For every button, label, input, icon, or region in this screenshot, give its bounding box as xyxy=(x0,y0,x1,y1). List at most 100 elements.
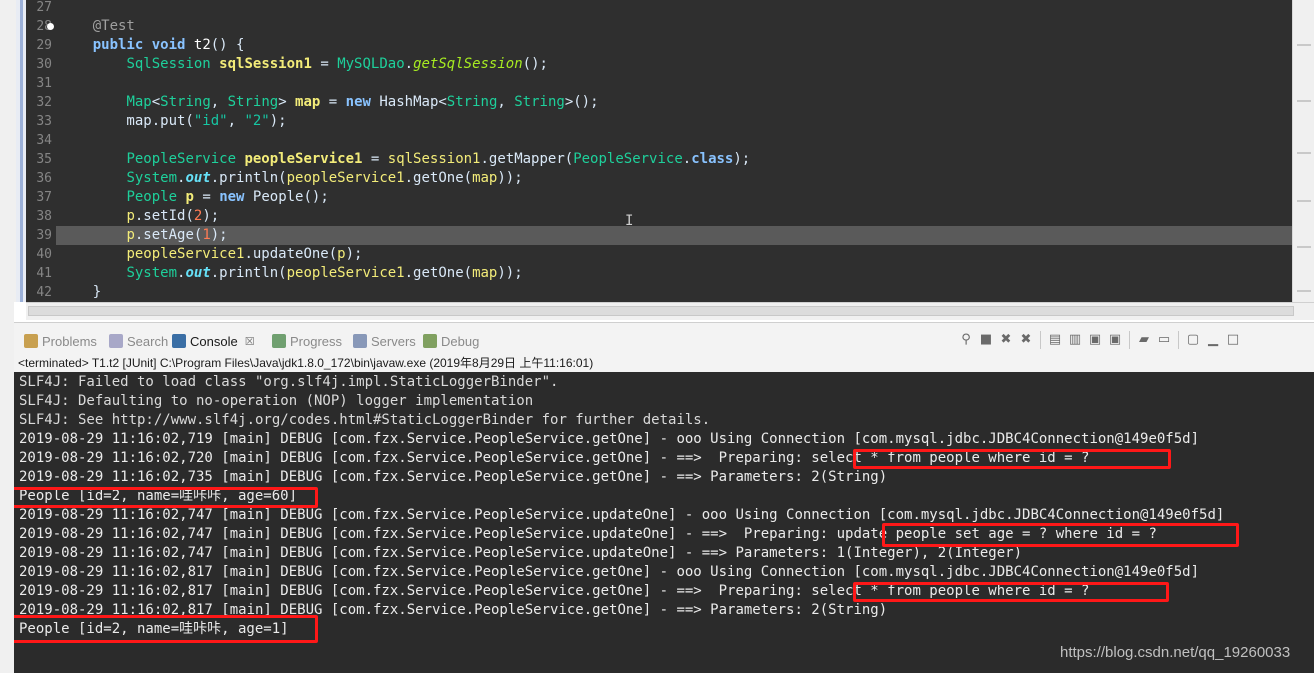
code-token: = xyxy=(320,94,346,110)
editor-left-strip xyxy=(0,0,14,302)
code-token: > xyxy=(278,94,296,110)
code-line: map.put("id", "2"); xyxy=(59,112,286,131)
code-token: . xyxy=(682,151,692,167)
console-line: SLF4J: Failed to load class "org.slf4j.i… xyxy=(19,374,559,390)
close-tab-icon[interactable]: ☒ xyxy=(245,335,255,348)
code-token: = xyxy=(362,151,388,167)
editor-vertical-scrollbar[interactable] xyxy=(1292,0,1314,302)
code-token: Map xyxy=(126,94,152,110)
line-number: 34 xyxy=(36,133,52,148)
code-token: peopleService1 xyxy=(126,246,245,262)
code-token: @Test xyxy=(92,18,135,34)
code-line: p.setId(2); xyxy=(59,207,219,226)
tab-label: Servers xyxy=(371,333,416,349)
code-token: < xyxy=(151,94,161,110)
code-token: void xyxy=(151,37,186,53)
code-line: } xyxy=(59,283,101,302)
tab-console[interactable]: Console ☒ xyxy=(172,331,255,351)
code-line: SqlSession sqlSession1 = MySQLDao.getSql… xyxy=(59,55,548,74)
console-status-line: <terminated> T1.t2 [JUnit] C:\Program Fi… xyxy=(14,354,1314,372)
code-line: People p = new People(); xyxy=(59,188,328,207)
code-token: String xyxy=(160,94,211,110)
maximize-icon[interactable]: □ xyxy=(1225,332,1241,348)
stop-icon[interactable]: ■ xyxy=(978,332,994,348)
remove-launch-icon[interactable]: ✖ xyxy=(998,332,1014,348)
views-tab-bar: Problems Search Console ☒ Progress Servers Deb… xyxy=(14,322,1314,354)
code-token: . xyxy=(404,56,414,72)
scrollbar-thumb[interactable] xyxy=(28,306,1294,316)
code-token: PeopleService xyxy=(573,151,683,167)
current-line-highlight xyxy=(56,226,1292,245)
code-token: .getOne( xyxy=(404,170,473,186)
servers-icon xyxy=(353,334,367,348)
tab-servers[interactable]: Servers xyxy=(353,331,416,351)
remove-all-icon[interactable]: ✖ xyxy=(1018,332,1034,348)
code-token: ); xyxy=(202,208,220,224)
minimize-icon[interactable]: ▁ xyxy=(1205,332,1221,348)
code-token: peopleService1 xyxy=(244,151,363,167)
pin-icon[interactable]: ⚲ xyxy=(958,332,974,348)
word-wrap-icon[interactable]: ▥ xyxy=(1067,332,1083,348)
code-line: public void t2() { xyxy=(59,36,245,55)
code-token: new xyxy=(345,94,371,110)
tab-search[interactable]: Search xyxy=(109,331,168,351)
console-output[interactable]: People [id=2, name=哇咔咔, age=1] 2019-08-29… xyxy=(14,372,1314,673)
console-line: 2019-08-29 11:16:02,747 [main] DEBUG [co… xyxy=(19,545,1023,561)
display-console-icon[interactable]: ▭ xyxy=(1156,332,1172,348)
pin-console-icon[interactable]: ▰ xyxy=(1136,332,1152,348)
code-line: @Test xyxy=(59,17,135,36)
open-console-icon[interactable]: ▢ xyxy=(1185,332,1201,348)
console-line: SLF4J: Defaulting to no-operation (NOP) … xyxy=(19,393,534,409)
toolbar-separator xyxy=(1040,331,1041,349)
code-token: public xyxy=(92,37,144,53)
code-token: .getMapper( xyxy=(480,151,574,167)
code-editor[interactable]: 27 28 29 30 31 32 33 34 35 36 37 38 39 40 41 42 I @Test… xyxy=(0,0,1314,302)
code-line: System.out.println(peopleService1.getOne… xyxy=(59,169,523,188)
tab-label: Debug xyxy=(441,333,480,349)
overview-mark xyxy=(1297,44,1311,46)
show-stderr-icon[interactable]: ▣ xyxy=(1107,332,1123,348)
code-token: HashMap< xyxy=(370,94,447,110)
code-token: } xyxy=(59,284,102,300)
progress-icon xyxy=(272,334,286,348)
code-token: String xyxy=(227,94,279,110)
code-token: PeopleService xyxy=(126,151,237,167)
code-token: = xyxy=(311,56,338,72)
show-stdout-icon[interactable]: ▣ xyxy=(1087,332,1103,348)
code-token: sqlSession1 xyxy=(387,151,481,167)
code-token: p xyxy=(337,246,346,262)
code-token: peopleService1 xyxy=(286,170,405,186)
code-token: () { xyxy=(210,37,245,53)
code-token: sqlSession1 xyxy=(219,56,312,72)
code-token: .getOne( xyxy=(404,265,473,281)
code-token: .println( xyxy=(210,170,287,186)
line-number: 32 xyxy=(36,95,52,110)
tab-problems[interactable]: Problems xyxy=(24,331,97,351)
overview-mark xyxy=(1297,290,1311,292)
toolbar-separator xyxy=(1178,331,1179,349)
tab-progress[interactable]: Progress xyxy=(272,331,342,351)
line-number: 35 xyxy=(36,152,52,167)
console-toolbar: ⚲ ■ ✖ ✖ ▤ ▥ ▣ ▣ ▰ ▭ ▢ ▁ □ xyxy=(958,329,1241,351)
code-line: p.setAge(1); xyxy=(59,226,227,245)
code-area[interactable]: I @Test public void t2() { SqlSession sq… xyxy=(56,0,1292,302)
editor-horizontal-scrollbar[interactable] xyxy=(26,302,1314,320)
console-line: 2019-08-29 11:16:02,817 [main] DEBUG [co… xyxy=(19,564,1200,580)
code-token: )); xyxy=(497,170,523,186)
line-number: 41 xyxy=(36,266,52,281)
tab-label: Search xyxy=(127,333,169,349)
code-token: map xyxy=(472,170,498,186)
fold-marker-icon[interactable] xyxy=(47,23,54,30)
code-token: , xyxy=(227,113,245,129)
scroll-lock-icon[interactable]: ▤ xyxy=(1047,332,1063,348)
line-number: 33 xyxy=(36,114,52,129)
tab-label: Progress xyxy=(290,333,343,349)
code-token: out xyxy=(185,265,211,281)
code-token: .setId( xyxy=(134,208,194,224)
tab-debug[interactable]: Debug xyxy=(423,331,479,351)
